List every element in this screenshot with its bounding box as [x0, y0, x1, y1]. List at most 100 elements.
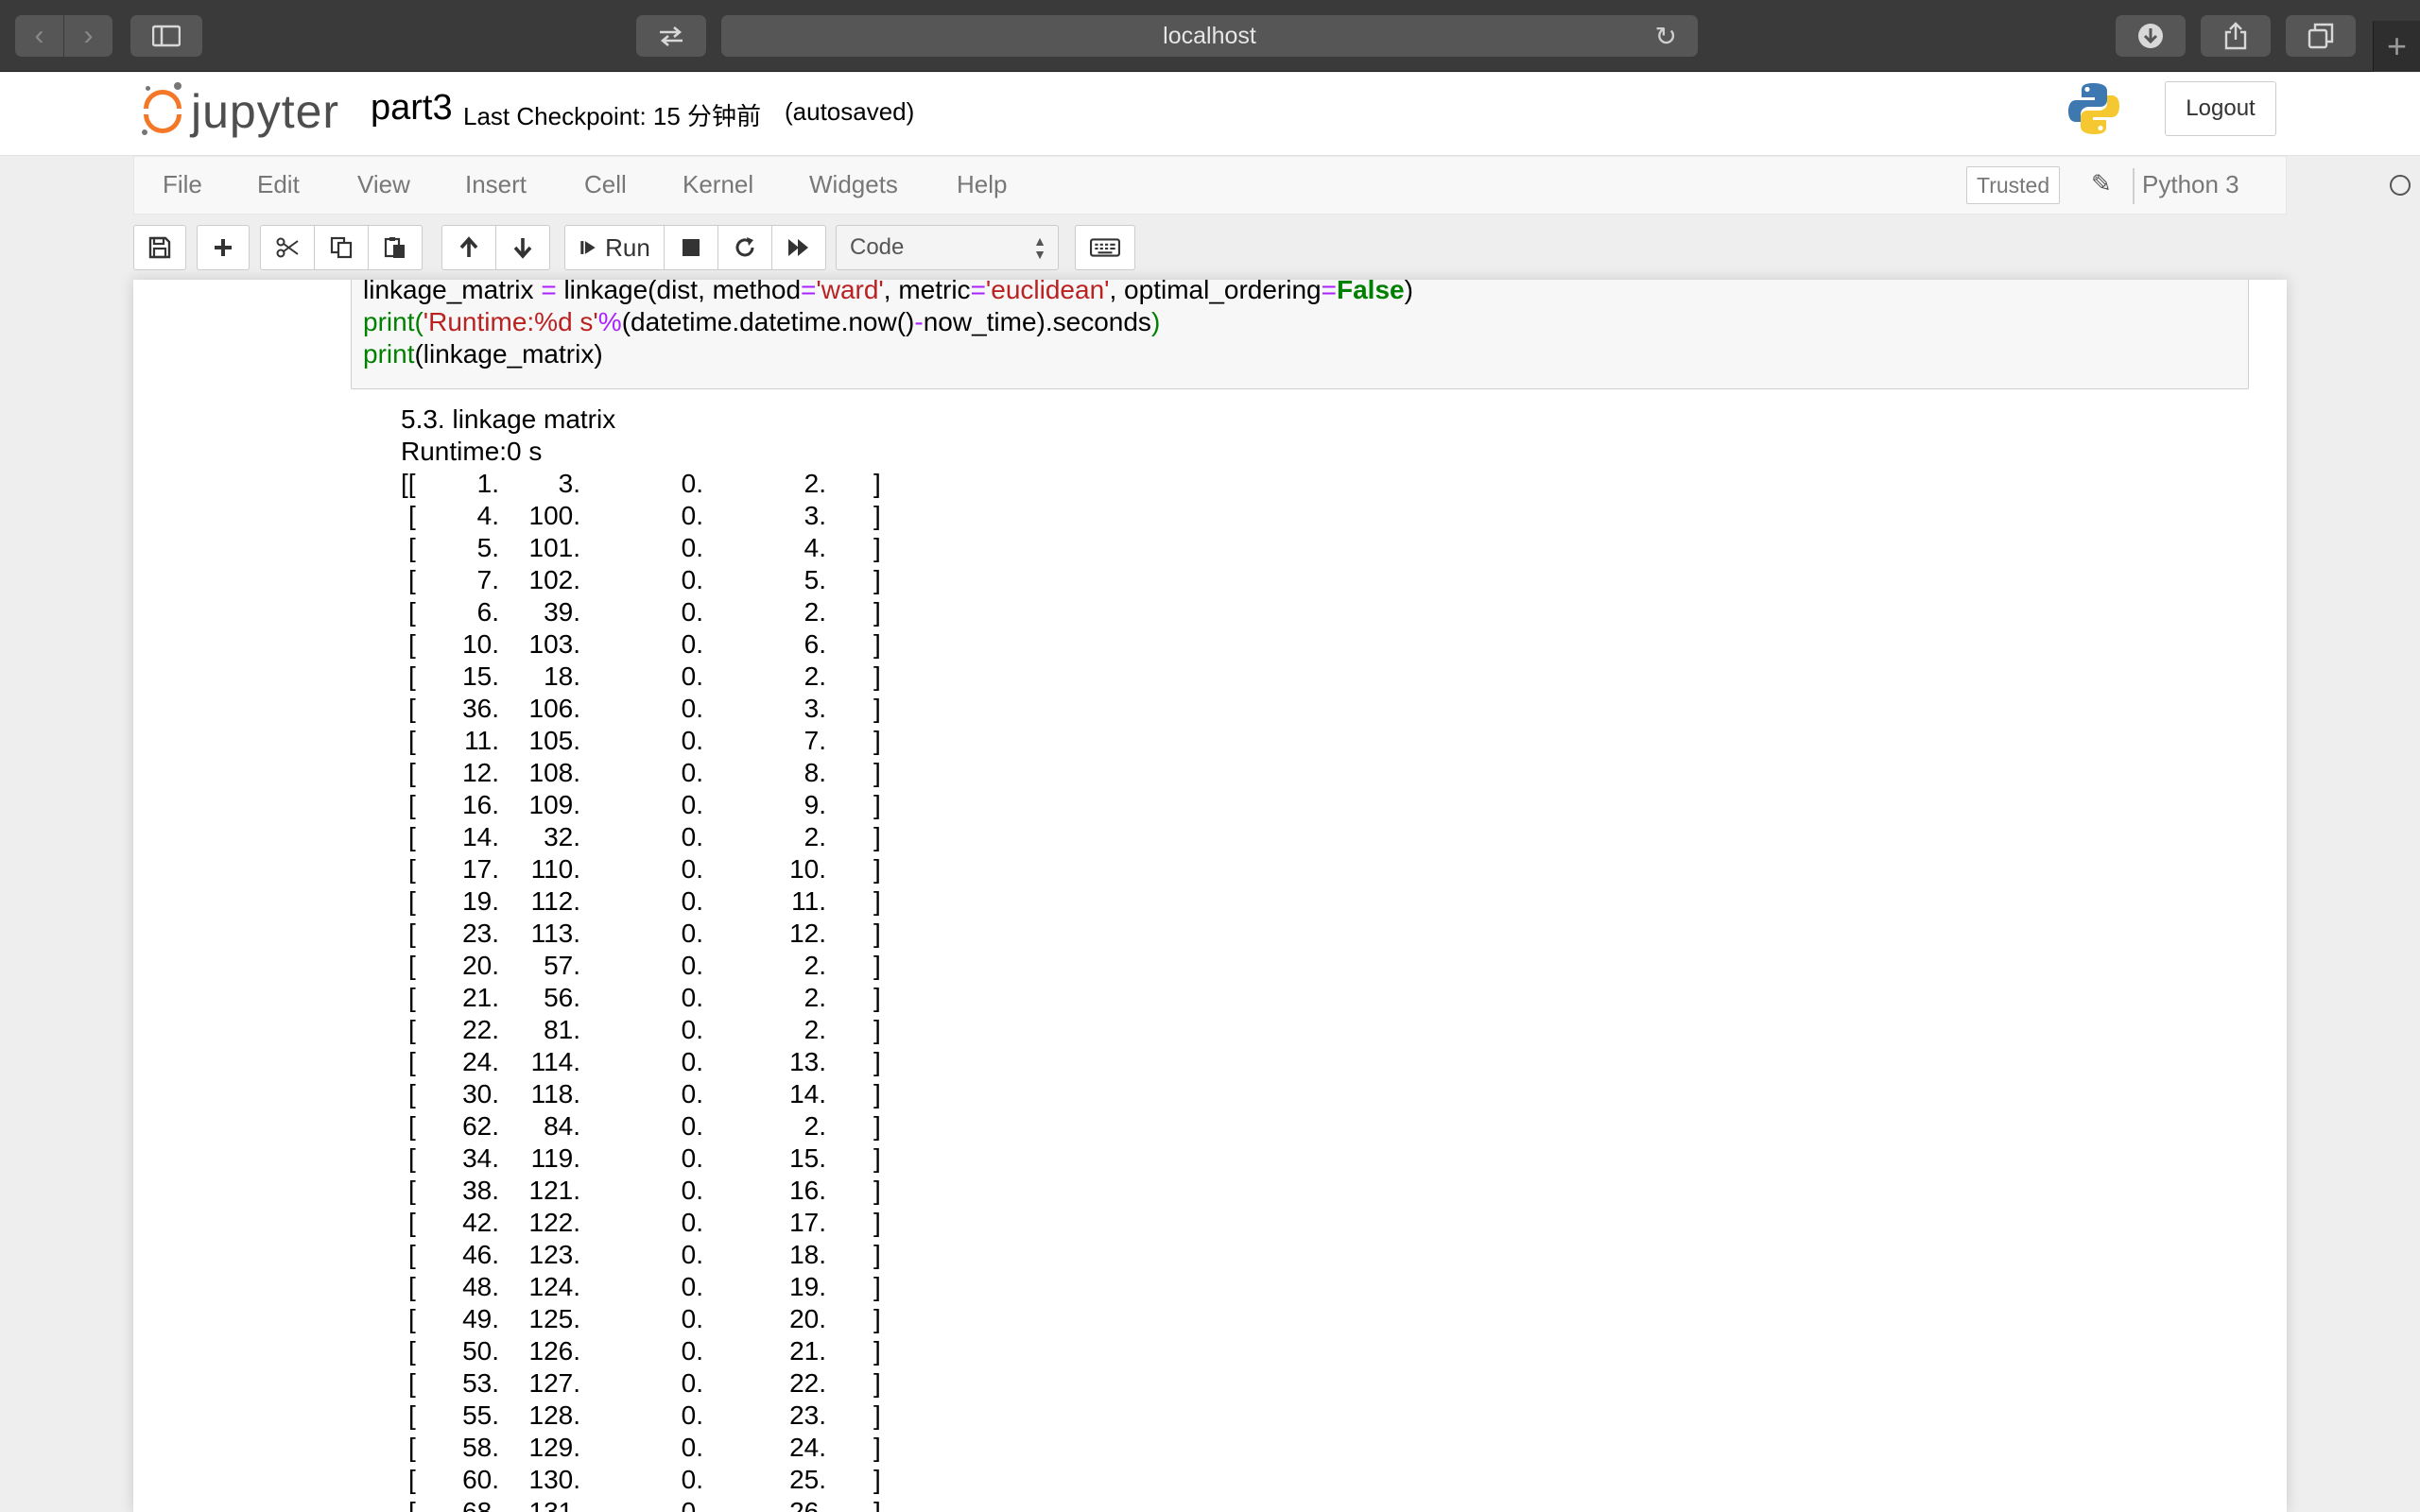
matrix-cell: 42. — [462, 1208, 499, 1237]
matrix-cell: 0. — [681, 1176, 703, 1205]
row-open-bracket: [ — [408, 501, 416, 530]
menu-edit[interactable]: Edit — [257, 170, 300, 199]
insert-cell-button[interactable] — [197, 225, 250, 270]
arrow-down-icon — [513, 238, 532, 259]
row-open-bracket: [ — [408, 1079, 416, 1108]
menu-help[interactable]: Help — [957, 170, 1007, 199]
row-close-bracket: ] — [873, 1111, 881, 1141]
cell-type-value: Code — [850, 234, 905, 260]
matrix-cell: 109. — [528, 790, 581, 819]
save-icon — [148, 236, 171, 259]
copy-icon — [330, 236, 353, 259]
matrix-cell: 0. — [681, 533, 703, 562]
code-line: print(linkage_matrix) — [363, 339, 603, 369]
pencil-icon[interactable]: ✎ — [2091, 169, 2112, 198]
plus-icon[interactable]: + — [2373, 21, 2420, 72]
matrix-cell: 32. — [544, 822, 580, 851]
matrix-cell: 10. — [462, 629, 499, 659]
back-icon[interactable]: ‹ — [15, 15, 64, 57]
row-open-bracket: [ — [408, 790, 416, 819]
matrix-cell: 16. — [462, 790, 499, 819]
reload-icon[interactable]: ↻ — [1655, 21, 1677, 52]
matrix-cell: 0. — [681, 951, 703, 980]
row-close-bracket: ] — [873, 726, 881, 755]
menu-file[interactable]: File — [163, 170, 202, 199]
command-palette-button[interactable] — [1075, 225, 1135, 270]
download-icon[interactable] — [2116, 15, 2186, 57]
matrix-cell: 0. — [681, 1047, 703, 1076]
matrix-cell: 2. — [804, 1015, 826, 1044]
row-close-bracket: ] — [873, 533, 881, 562]
menu-kernel[interactable]: Kernel — [683, 170, 753, 199]
matrix-cell: 14. — [462, 822, 499, 851]
arrow-up-icon — [459, 236, 478, 257]
menu-insert[interactable]: Insert — [465, 170, 527, 199]
address-bar[interactable]: localhost ↻ — [721, 15, 1698, 57]
matrix-cell: 15. — [789, 1143, 826, 1173]
matrix-cell: 21. — [462, 983, 499, 1012]
cell-type-select[interactable]: Code ▲ ▼ — [836, 225, 1059, 270]
row-open-bracket: [ — [408, 1176, 416, 1205]
matrix-cell: 131. — [528, 1497, 581, 1512]
matrix-cell: 57. — [544, 951, 580, 980]
share-icon[interactable] — [2201, 15, 2271, 57]
matrix-cell: 39. — [544, 597, 580, 627]
menu-widgets[interactable]: Widgets — [809, 170, 898, 199]
menu-view[interactable]: View — [357, 170, 410, 199]
save-button[interactable] — [133, 225, 186, 270]
matrix-cell: 0. — [681, 1143, 703, 1173]
matrix-cell: 121. — [528, 1176, 581, 1205]
matrix-cell: 55. — [462, 1400, 499, 1430]
matrix-cell: 7. — [476, 565, 499, 594]
notebook-name[interactable]: part3 — [371, 88, 453, 129]
row-close-bracket: ] — [873, 983, 881, 1012]
restart-button[interactable] — [717, 225, 772, 270]
logout-button[interactable]: Logout — [2165, 81, 2276, 136]
sidebar-icon[interactable] — [130, 15, 202, 57]
code-token: = — [801, 280, 817, 304]
restart-run-all-button[interactable] — [771, 225, 826, 270]
trusted-badge[interactable]: Trusted — [1966, 166, 2061, 204]
matrix-cell: 2. — [804, 951, 826, 980]
matrix-cell: 0. — [681, 565, 703, 594]
code-token: ) — [1150, 307, 1161, 336]
code-token: 'euclidean' — [985, 280, 1110, 304]
row-open-bracket: [ — [408, 1497, 416, 1512]
paste-button[interactable] — [368, 225, 423, 270]
row-close-bracket: ] — [873, 854, 881, 884]
matrix-cell: 0. — [681, 726, 703, 755]
matrix-cell: 0. — [681, 758, 703, 787]
menubar: File Edit View Insert Cell Kernel Widget… — [133, 156, 2411, 215]
menu-cell[interactable]: Cell — [584, 170, 627, 199]
row-open-bracket: [ — [408, 565, 416, 594]
run-button[interactable]: Run — [564, 225, 665, 270]
interrupt-button[interactable] — [664, 225, 718, 270]
code-token: = — [541, 280, 557, 304]
kernel-name[interactable]: Python 3 — [2142, 170, 2239, 199]
matrix-cell: 122. — [528, 1208, 581, 1237]
matrix-cell: 113. — [530, 919, 580, 948]
row-close-bracket: ] — [873, 565, 881, 594]
move-down-button[interactable] — [495, 225, 550, 270]
matrix-cell: 60. — [462, 1465, 499, 1494]
code-token: - — [914, 307, 924, 336]
tabs-icon[interactable] — [2286, 15, 2356, 57]
row-open-bracket: [ — [408, 1400, 416, 1430]
row-close-bracket: ] — [873, 822, 881, 851]
matrix-cell: 0. — [681, 1304, 703, 1333]
matrix-cell: 12. — [789, 919, 826, 948]
tab-switch-icon[interactable] — [636, 15, 706, 57]
matrix-cell: 38. — [462, 1176, 499, 1205]
jupyter-logo[interactable]: jupyter — [140, 82, 339, 141]
matrix-cell: 0. — [681, 1079, 703, 1108]
cut-button[interactable] — [260, 225, 315, 270]
matrix-cell: 6. — [476, 597, 499, 627]
row-open-bracket: [ — [408, 629, 416, 659]
matrix-cell: 3. — [558, 469, 580, 498]
code-cell-input[interactable]: linkage_matrix = linkage(dist, method='w… — [351, 280, 2249, 389]
move-up-button[interactable] — [441, 225, 496, 270]
forward-icon[interactable]: › — [64, 15, 112, 57]
matrix-cell: 103. — [528, 629, 581, 659]
row-close-bracket: ] — [873, 1400, 881, 1430]
copy-button[interactable] — [314, 225, 369, 270]
